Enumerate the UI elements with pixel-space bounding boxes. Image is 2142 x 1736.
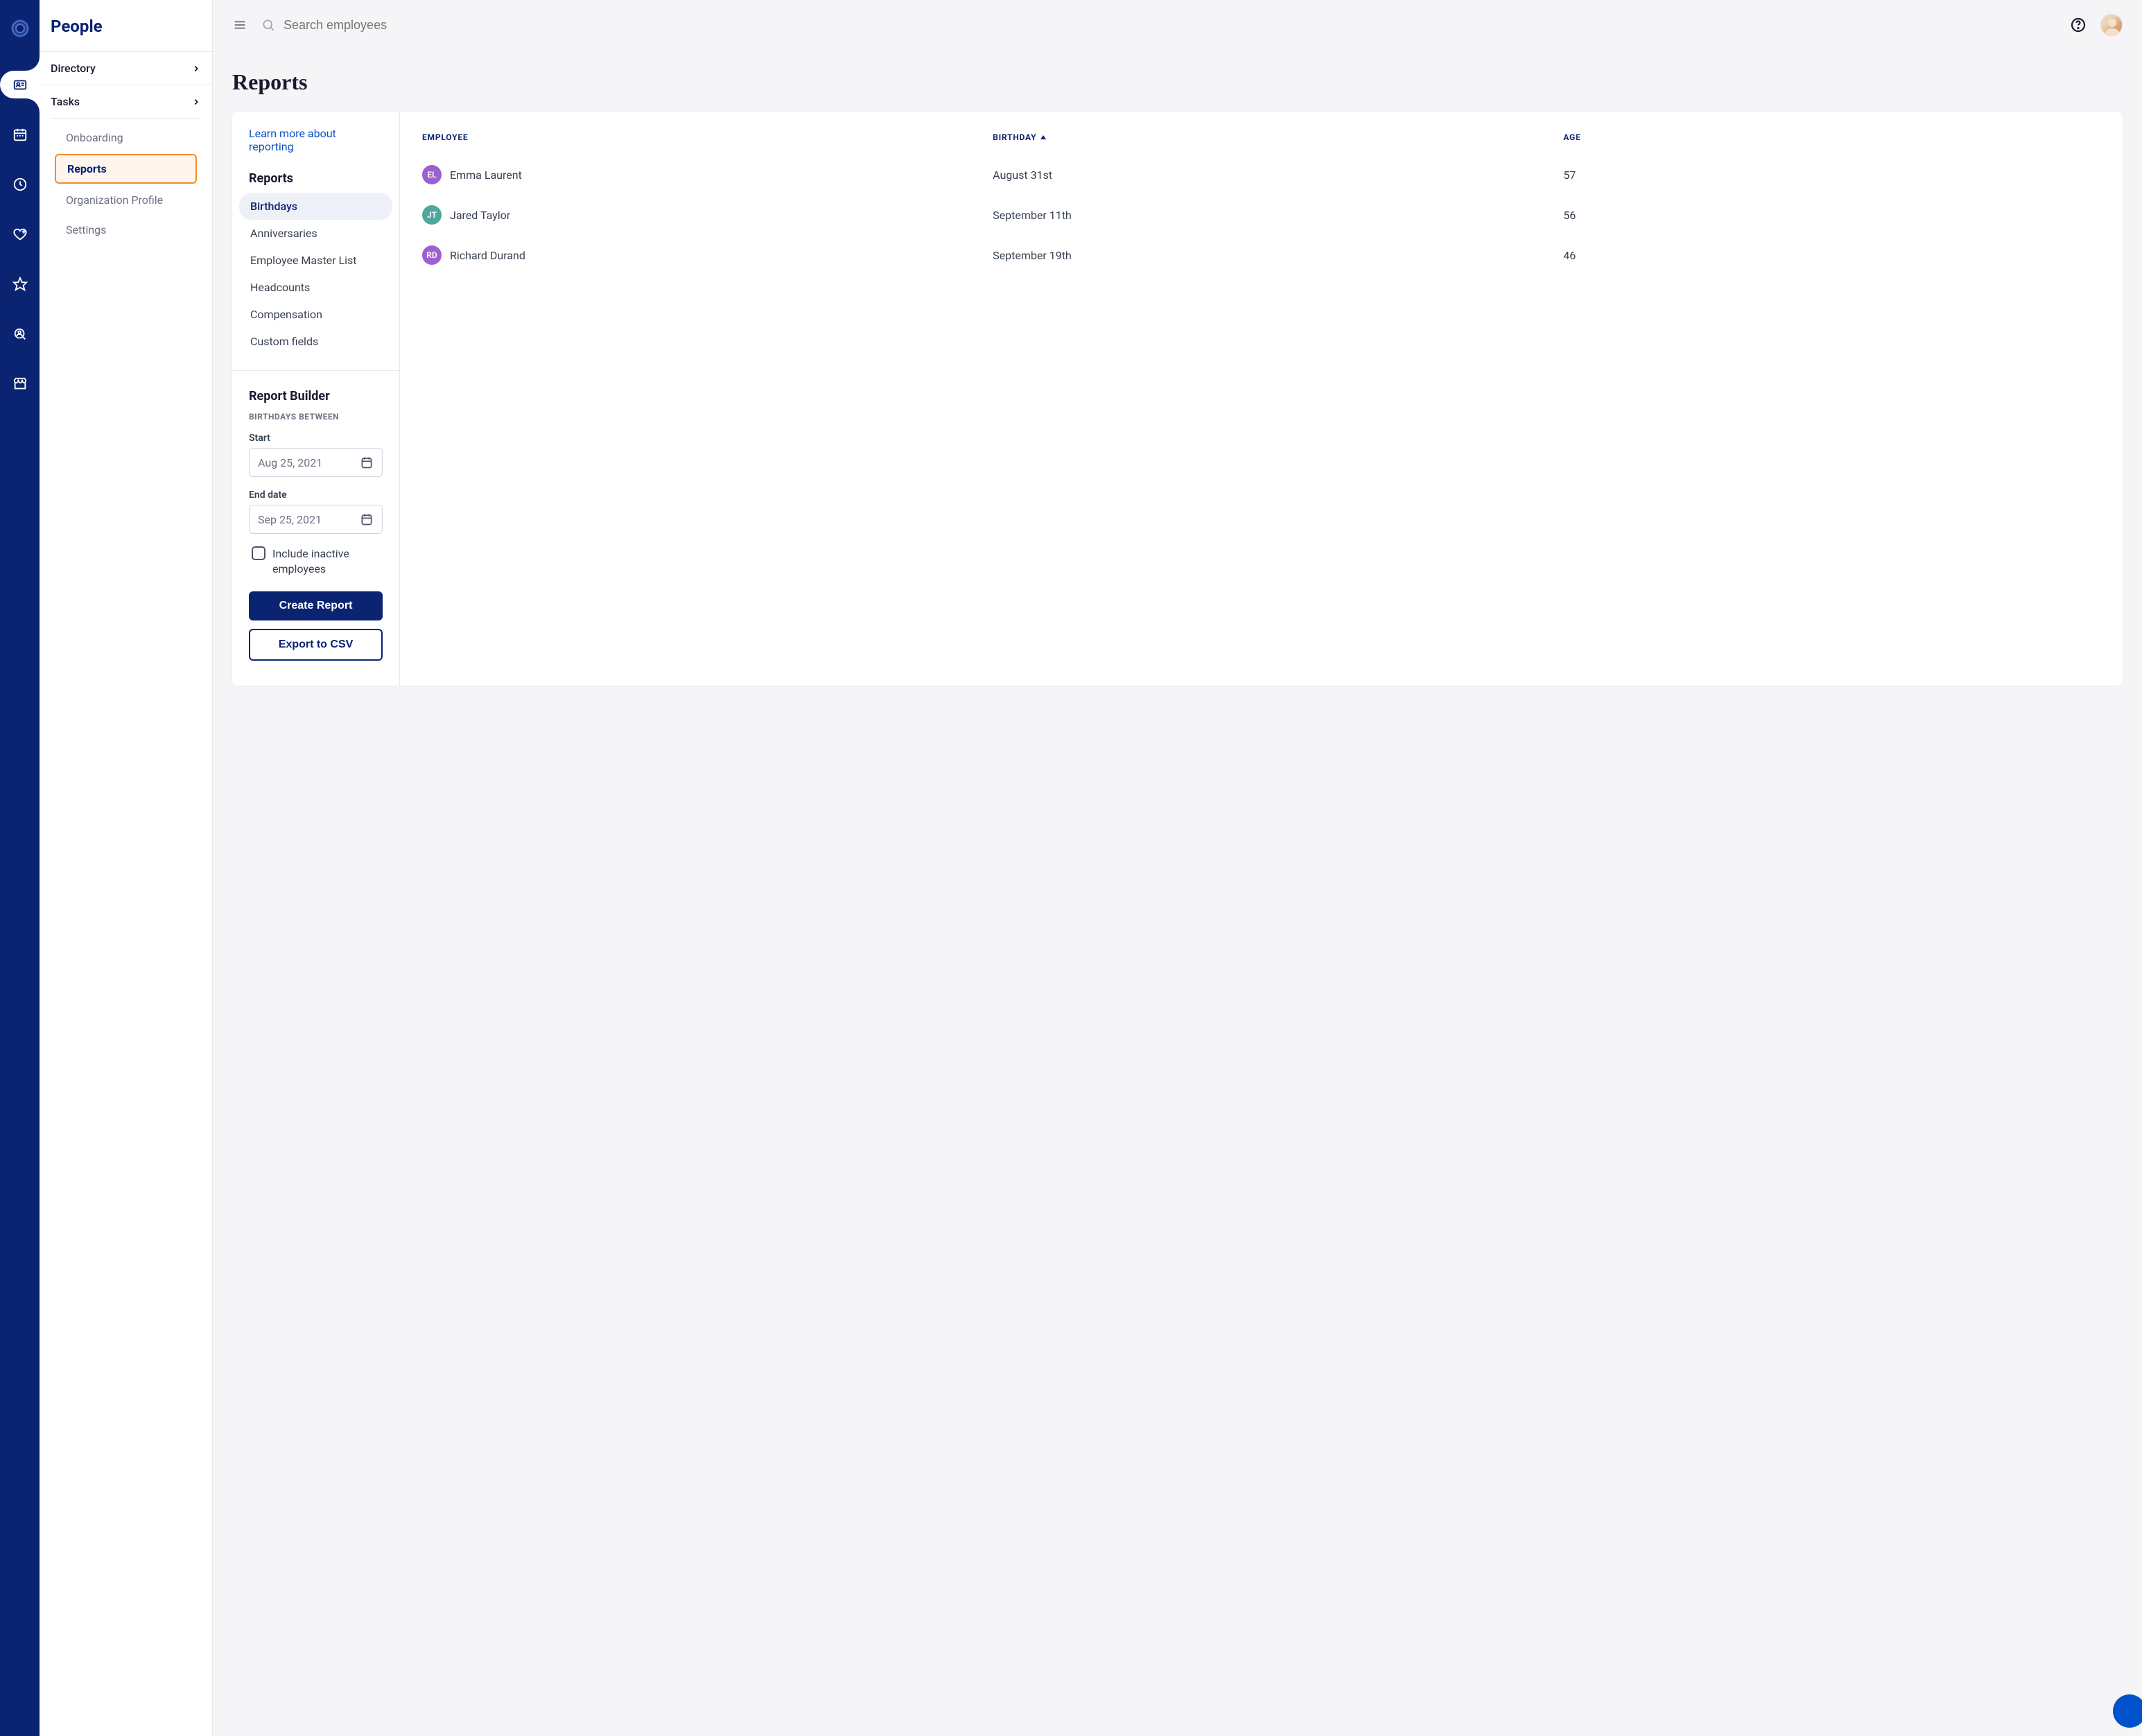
birthday-cell: September 19th: [993, 249, 1563, 262]
chevron-right-icon: [191, 64, 201, 73]
avatar: JT: [422, 205, 442, 225]
age-cell: 57: [1563, 168, 2100, 182]
person-search-icon: [12, 327, 28, 342]
chevron-right-icon: [191, 97, 201, 107]
search-input[interactable]: [284, 18, 491, 33]
include-inactive-label: Include inactive employees: [272, 546, 383, 578]
rail-performance[interactable]: [0, 270, 40, 298]
start-date-input[interactable]: Aug 25, 2021: [249, 448, 383, 477]
start-label: Start: [249, 433, 383, 444]
th-birthday[interactable]: BIRTHDAY: [993, 132, 1563, 142]
app-rail: [0, 0, 40, 1736]
birthday-cell: August 31st: [993, 168, 1563, 182]
employee-name: Emma Laurent: [450, 168, 522, 182]
id-card-icon: [12, 77, 28, 92]
employee-name: Jared Taylor: [450, 209, 510, 222]
chat-widget[interactable]: [2113, 1694, 2142, 1728]
sidebar: People Directory Tasks Onboarding Report…: [40, 0, 213, 1736]
calendar-icon: [360, 512, 374, 526]
user-avatar[interactable]: [2100, 14, 2123, 36]
table-row[interactable]: JT Jared Taylor September 11th 56: [422, 195, 2100, 235]
end-date-value: Sep 25, 2021: [258, 513, 322, 526]
calendar-icon: [360, 455, 374, 469]
clock-icon: [12, 177, 28, 192]
report-type-birthdays[interactable]: Birthdays: [239, 193, 392, 220]
sidebar-group-tasks[interactable]: Tasks: [40, 85, 212, 118]
search-container: [261, 18, 2056, 33]
report-type-compensation[interactable]: Compensation: [239, 301, 392, 328]
create-report-button[interactable]: Create Report: [249, 591, 383, 620]
page-title: Reports: [213, 50, 2142, 112]
content-card: Learn more about reporting Reports Birth…: [232, 112, 2123, 686]
sidebar-item-settings[interactable]: Settings: [51, 215, 201, 245]
rail-benefits[interactable]: [0, 220, 40, 248]
sidebar-group-label: Directory: [51, 62, 96, 75]
sidebar-group-label: Tasks: [51, 95, 80, 108]
include-inactive-row: Include inactive employees: [252, 546, 383, 578]
th-birthday-label: BIRTHDAY: [993, 132, 1036, 142]
sidebar-item-org-profile[interactable]: Organization Profile: [51, 185, 201, 215]
help-icon[interactable]: [2070, 17, 2087, 33]
export-csv-button[interactable]: Export to CSV: [249, 629, 383, 661]
sidebar-item-onboarding[interactable]: Onboarding: [51, 123, 201, 153]
app-logo[interactable]: [11, 19, 29, 37]
start-date-value: Aug 25, 2021: [258, 456, 322, 469]
table-header: EMPLOYEE BIRTHDAY AGE: [422, 132, 2100, 142]
reports-heading: Reports: [232, 166, 399, 193]
search-icon: [261, 18, 275, 32]
employee-name: Richard Durand: [450, 249, 525, 262]
avatar: EL: [422, 165, 442, 184]
report-type-employee-master[interactable]: Employee Master List: [239, 247, 392, 274]
learn-more-link[interactable]: Learn more about reporting: [232, 112, 399, 166]
end-date-input[interactable]: Sep 25, 2021: [249, 505, 383, 534]
table-row[interactable]: EL Emma Laurent August 31st 57: [422, 155, 2100, 195]
age-cell: 46: [1563, 249, 2100, 262]
main-content: Reports Learn more about reporting Repor…: [213, 0, 2142, 1736]
sidebar-item-reports[interactable]: Reports: [55, 154, 197, 184]
report-builder: Report Builder BIRTHDAYS BETWEEN Start A…: [232, 370, 399, 686]
rail-time[interactable]: [0, 171, 40, 198]
calendar-icon: [12, 127, 28, 142]
storefront-icon: [12, 376, 28, 392]
age-cell: 56: [1563, 209, 2100, 222]
end-label: End date: [249, 489, 383, 501]
th-age[interactable]: AGE: [1563, 132, 2100, 142]
th-employee[interactable]: EMPLOYEE: [422, 132, 993, 142]
sidebar-group-directory[interactable]: Directory: [40, 52, 212, 85]
sort-asc-icon: [1040, 135, 1046, 139]
rail-marketplace[interactable]: [0, 370, 40, 398]
star-icon: [12, 277, 28, 292]
heart-plus-icon: [12, 227, 28, 242]
report-type-custom-fields[interactable]: Custom fields: [239, 328, 392, 355]
th-age-label: AGE: [1563, 132, 1581, 142]
sidebar-title: People: [40, 17, 212, 51]
report-type-headcounts[interactable]: Headcounts: [239, 274, 392, 301]
birthday-cell: September 11th: [993, 209, 1563, 222]
report-type-anniversaries[interactable]: Anniversaries: [239, 220, 392, 247]
rail-calendar[interactable]: [0, 121, 40, 148]
report-table: EMPLOYEE BIRTHDAY AGE EL Emma Laurent Au…: [400, 112, 2123, 686]
avatar: RD: [422, 245, 442, 265]
include-inactive-checkbox[interactable]: [252, 546, 265, 560]
builder-subtitle: BIRTHDAYS BETWEEN: [249, 412, 383, 422]
rail-people[interactable]: [0, 71, 40, 98]
table-row[interactable]: RD Richard Durand September 19th 46: [422, 235, 2100, 275]
builder-title: Report Builder: [249, 389, 383, 403]
topbar: [213, 0, 2142, 50]
menu-icon[interactable]: [232, 17, 247, 33]
rail-hiring[interactable]: [0, 320, 40, 348]
reports-panel: Learn more about reporting Reports Birth…: [232, 112, 400, 686]
th-employee-label: EMPLOYEE: [422, 132, 468, 142]
